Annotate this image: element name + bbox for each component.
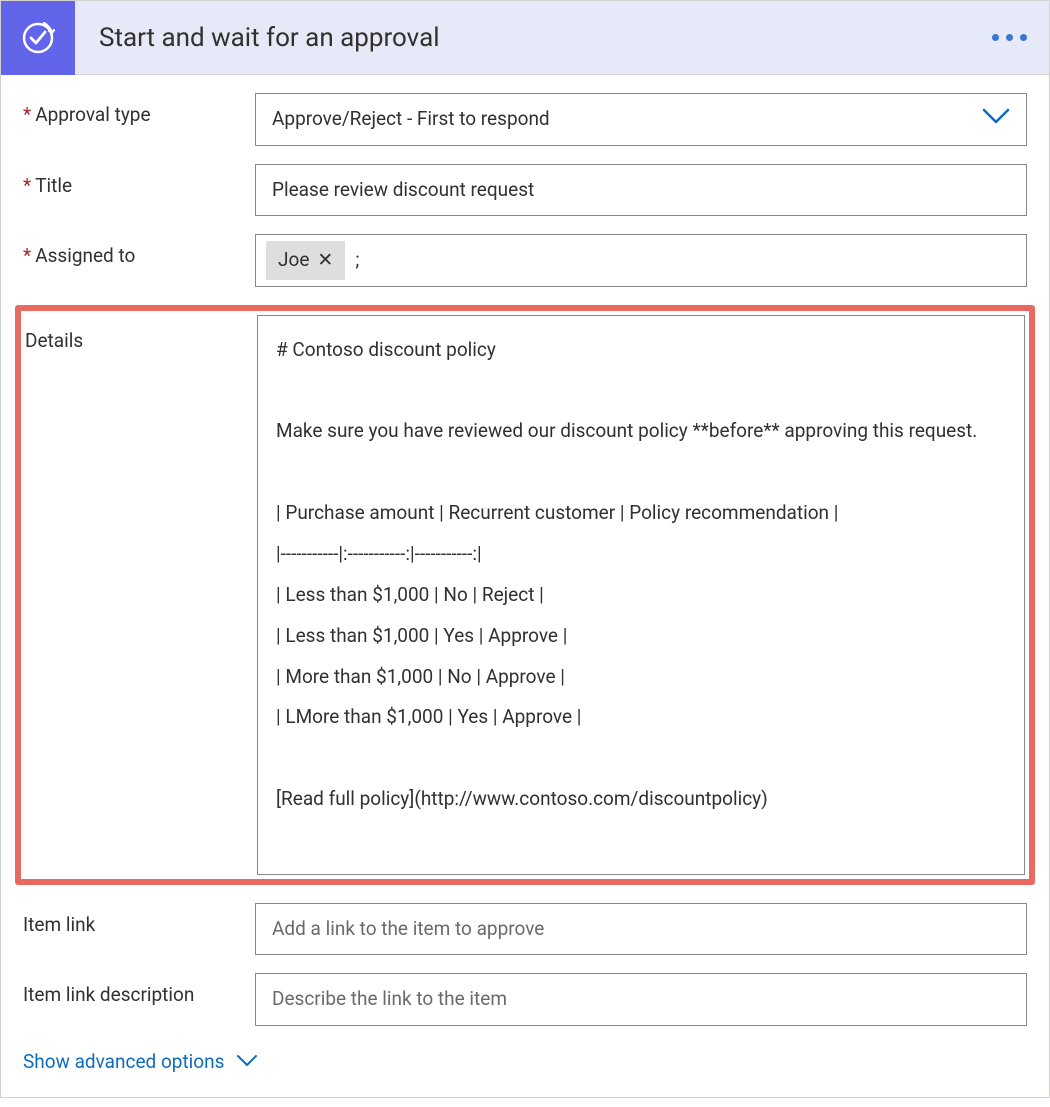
show-advanced-options[interactable]: Show advanced options [23,1044,258,1073]
field-row-item-link: Item link [23,903,1027,956]
assigned-to-label: *Assigned to [23,234,255,267]
details-label: Details [25,315,257,352]
remove-token-icon[interactable]: ✕ [317,247,333,274]
item-link-label: Item link [23,903,255,936]
field-row-title: *Title [23,164,1027,217]
item-link-desc-input[interactable] [255,973,1027,1026]
field-row-item-link-desc: Item link description [23,973,1027,1026]
assignee-token: Joe ✕ [266,241,345,280]
card-body: *Approval type Approve/Reject - First to… [1,75,1049,1097]
card-header: Start and wait for an approval [1,1,1049,75]
assigned-to-input[interactable]: Joe ✕ ; [255,234,1027,287]
advanced-label: Show advanced options [23,1050,224,1073]
approval-type-value: Approve/Reject - First to respond [272,106,550,133]
title-label: *Title [23,164,255,197]
card-title: Start and wait for an approval [75,23,992,53]
details-textarea[interactable]: # Contoso discount policy Make sure you … [257,315,1025,875]
field-row-details: Details # Contoso discount policy Make s… [25,315,1025,875]
approval-action-card: Start and wait for an approval *Approval… [0,0,1050,1098]
chevron-down-icon [982,106,1010,133]
approval-type-select[interactable]: Approve/Reject - First to respond [255,93,1027,146]
item-link-desc-label: Item link description [23,973,255,1006]
field-row-approval-type: *Approval type Approve/Reject - First to… [23,93,1027,146]
title-input[interactable] [255,164,1027,217]
approval-icon [1,1,75,75]
chevron-down-icon [236,1054,258,1068]
assignee-name: Joe [278,247,309,274]
approval-type-label: *Approval type [23,93,255,126]
details-highlight: Details # Contoso discount policy Make s… [15,305,1035,885]
field-row-assigned-to: *Assigned to Joe ✕ ; [23,234,1027,287]
item-link-input[interactable] [255,903,1027,956]
token-separator: ; [351,247,359,274]
card-menu-button[interactable] [992,34,1049,41]
